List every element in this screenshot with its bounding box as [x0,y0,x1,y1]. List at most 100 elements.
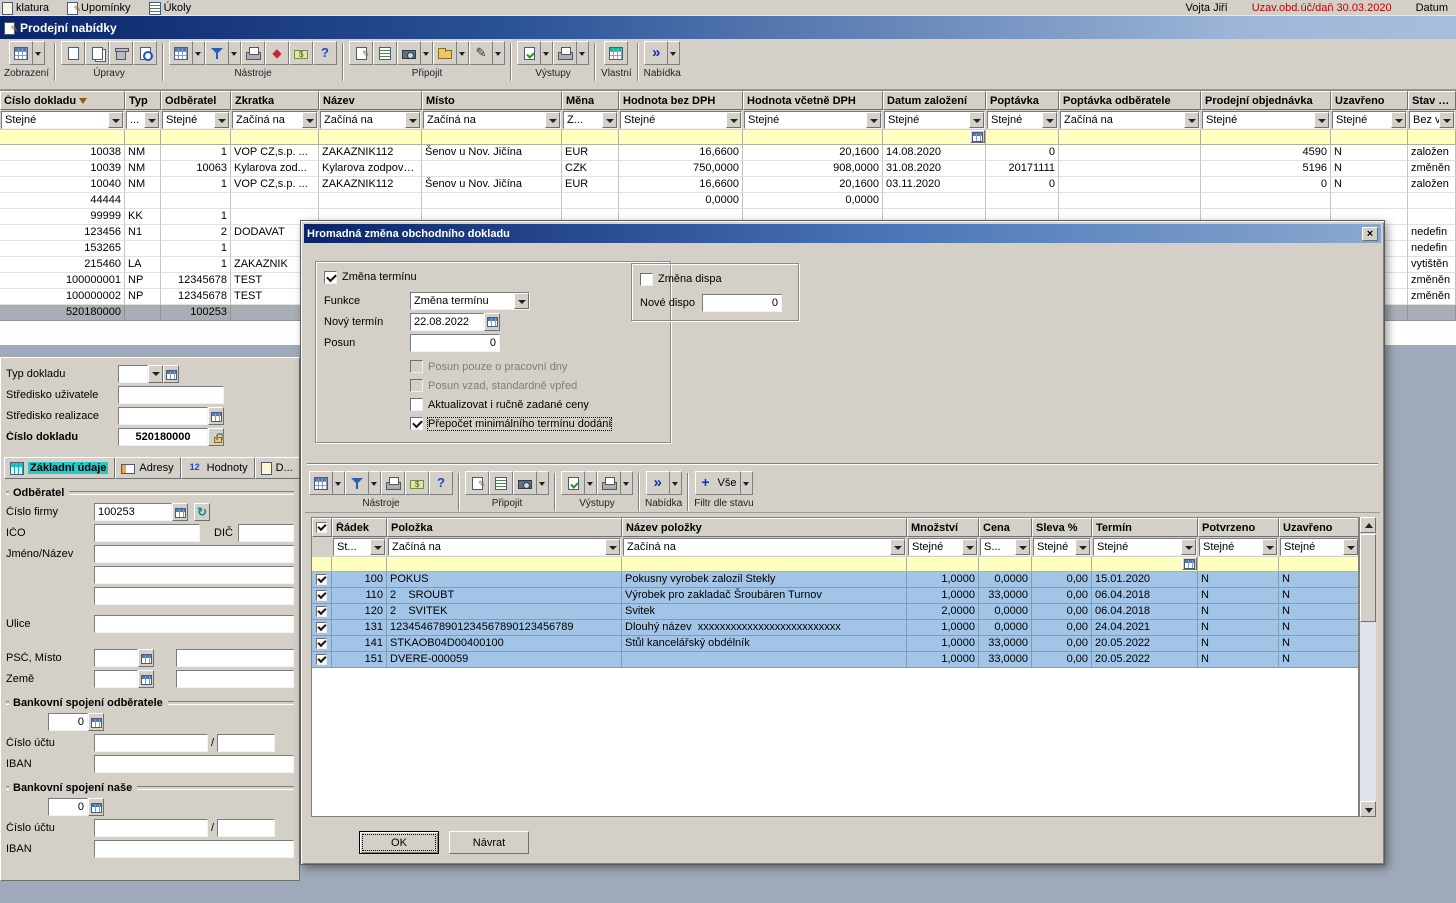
dropdown-arrow[interactable] [302,112,317,128]
dispo-checkbox[interactable] [640,273,653,286]
dropdown-arrow[interactable] [1184,112,1199,128]
country-input[interactable] [176,670,294,688]
main-table-search-hodnota-bez-dph[interactable] [619,130,743,145]
doc-number-input[interactable]: 520180000 [118,428,208,446]
doc-type-input[interactable] [118,365,148,383]
items-table-search-množství[interactable] [907,557,979,572]
items-table-search-název-položky[interactable] [622,557,907,572]
items-table-search-termín[interactable] [1092,557,1198,572]
items-table-column-header-položka[interactable]: Položka [387,518,622,537]
items-table-search-řádek[interactable] [332,557,387,572]
main-table-column-header-poptávka[interactable]: Poptávka [986,91,1059,110]
dropdown-arrow[interactable] [214,112,229,128]
option-checkbox[interactable] [410,398,423,411]
dropdown-arrow[interactable] [605,539,620,555]
dropdown-arrow[interactable] [405,112,420,128]
option-přepočet-minimálního-termínu-dodání[interactable]: Přepočet minimálního termínu dodání [410,414,662,433]
table-settings-dropdown-arrow[interactable] [333,471,345,495]
open-record-button[interactable] [133,41,157,65]
main-table-search-název[interactable] [319,130,422,145]
print-table-button[interactable] [381,471,405,495]
attach-media-dropdown-arrow[interactable] [537,471,549,495]
doc-type-list-button[interactable] [163,365,179,383]
print-button[interactable] [597,471,621,495]
filter-dropdown-arrow[interactable] [369,471,381,495]
items-table-filter-uzavřeno[interactable]: Stejné [1280,538,1359,556]
option-checkbox[interactable] [410,379,423,392]
company-number-input[interactable]: 100253 [94,503,172,521]
delete-record-button[interactable] [109,41,133,65]
main-table-filter-poptávka[interactable]: Stejné [987,111,1058,129]
dispo-input[interactable]: 0 [702,294,782,312]
main-table-column-header-místo[interactable]: Místo [422,91,562,110]
main-table-filter-prodejní-objednávka[interactable]: Stejné [1202,111,1330,129]
option-posun-pouze-o-pracovní-dny[interactable]: Posun pouze o pracovní dny [410,357,662,376]
select-all-checkbox[interactable] [316,522,327,533]
attach-media-button[interactable] [397,41,421,65]
new-record-button[interactable] [61,41,85,65]
bank-customer-iban-input[interactable] [94,755,294,773]
attach-note-button[interactable] [349,41,373,65]
print-dropdown-arrow[interactable] [577,41,589,65]
items-table-filter-cena[interactable]: S... [980,538,1031,556]
menu-item-klatura[interactable]: klatura [2,1,49,15]
main-table-search-měna[interactable] [562,130,619,145]
bank-ours-bankcode-input[interactable] [217,819,275,837]
main-table-filter-místo[interactable]: Začíná na [423,111,561,129]
items-table-filter-název-položky[interactable]: Začíná na [623,538,906,556]
term-change-checkbox[interactable] [324,271,337,284]
items-table-column-header-řádek[interactable]: Řádek [332,518,387,537]
option-aktualizovat-i-ručně-zadané-ceny[interactable]: Aktualizovat i ručně zadané ceny [410,395,662,414]
items-table-column-header-potvrzeno[interactable]: Potvrzeno [1198,518,1279,537]
dropdown-arrow[interactable] [602,112,617,128]
dropdown-arrow[interactable] [1439,112,1454,128]
menu-item-úkoly[interactable]: Úkoly [149,1,192,15]
attach-tasks-button[interactable] [373,41,397,65]
main-table-filter-poptávka-odběratele[interactable]: Začíná na [1060,111,1200,129]
offer-actions-button[interactable] [646,471,670,495]
main-table-search-datum-založení[interactable] [883,130,986,145]
items-table-column-header-termín[interactable]: Termín [1092,518,1198,537]
main-table-column-header-hodnota-včetně-dph[interactable]: Hodnota včetně DPH [743,91,883,110]
main-table-filter-datum-založení[interactable]: Stejné [884,111,985,129]
items-table-row[interactable]: 1102 SROUBTVýrobek pro zakladač Šroubáre… [312,588,1359,604]
funkce-select[interactable]: Změna termínu [410,292,530,310]
main-table-search-odběratel[interactable] [161,130,231,145]
main-table-column-header-typ[interactable]: Typ [125,91,161,110]
calendar-filter-button[interactable] [1182,557,1197,570]
main-table-filter-hodnota-včetně-dph[interactable]: Stejné [744,111,882,129]
main-table-row[interactable]: 444440,00000,0000 [0,193,1456,209]
items-table-column-header-uzavřeno[interactable]: Uzavřeno [1279,518,1359,537]
attach-media-dropdown-arrow[interactable] [421,41,433,65]
items-table-row[interactable]: 141STKAOB04D00400100Stůl kancelářský obd… [312,636,1359,652]
help-button[interactable] [429,471,453,495]
new-term-input[interactable]: 22.08.2022 [410,313,484,331]
print-dropdown-arrow[interactable] [621,471,633,495]
main-table-filter-hodnota-bez-dph[interactable]: Stejné [620,111,742,129]
dropdown-arrow[interactable] [1262,539,1277,555]
favorites-button[interactable] [265,41,289,65]
dropdown-arrow[interactable] [969,112,984,128]
company-list-button[interactable] [172,503,188,521]
scroll-thumb[interactable] [1360,534,1376,622]
view-settings-button[interactable] [9,41,33,65]
main-table-filter-zkratka[interactable]: Začíná na [232,111,318,129]
status-filter-button[interactable]: Vše [695,471,742,495]
custom-actions-button[interactable] [604,41,628,65]
prices-button[interactable] [289,41,313,65]
calendar-filter-button[interactable] [970,130,985,143]
reports-button[interactable] [561,471,585,495]
view-settings-dropdown-arrow[interactable] [33,41,45,65]
attach-media-button[interactable] [513,471,537,495]
items-table-search-sleva-%[interactable] [1032,557,1092,572]
attach-tasks-button[interactable] [489,471,513,495]
scroll-down-button[interactable] [1360,801,1376,817]
main-table-column-header-zkratka[interactable]: Zkratka [231,91,319,110]
main-table-filter-odběratel[interactable]: Stejné [162,111,230,129]
attach-signature-dropdown-arrow[interactable] [493,41,505,65]
items-table-row[interactable]: 151DVERE-0000591,000033,00000,0020.05.20… [312,652,1359,668]
attach-documents-button[interactable] [433,41,457,65]
main-table-search-poptávka[interactable] [986,130,1059,145]
company-refresh-button[interactable] [194,503,210,521]
items-table-search-uzavřeno[interactable] [1279,557,1359,572]
